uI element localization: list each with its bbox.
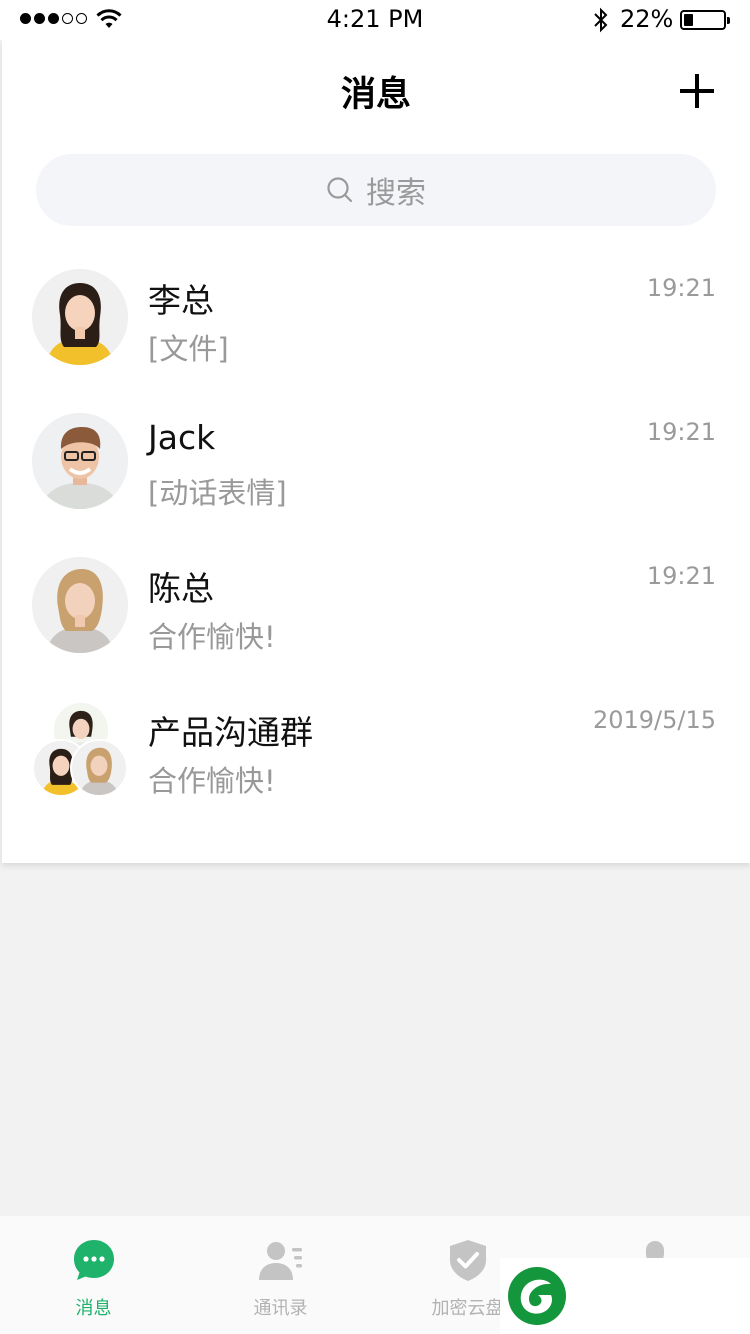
avatar	[32, 269, 128, 365]
search-placeholder: 搜索	[366, 176, 426, 211]
bluetooth-icon	[594, 7, 608, 33]
group-avatar	[32, 701, 130, 799]
contacts-icon	[259, 1242, 302, 1280]
chat-preview: 合作愉快!	[148, 620, 276, 654]
message-icon	[74, 1240, 114, 1280]
chat-time: 2019/5/15	[592, 706, 716, 734]
chat-preview: 合作愉快!	[148, 764, 276, 798]
chat-time: 19:21	[646, 562, 716, 590]
chat-name: 产品沟通群	[148, 713, 313, 752]
tab-messages[interactable]: 消息	[0, 1216, 187, 1334]
tab-label: 消息	[75, 1298, 112, 1319]
add-button[interactable]	[680, 74, 714, 108]
floating-widget[interactable]	[500, 1258, 750, 1334]
chat-time: 19:21	[646, 274, 716, 302]
status-bar: 4:21 PM 22%	[0, 0, 750, 40]
battery-percent: 22%	[620, 5, 674, 33]
shield-icon	[450, 1240, 486, 1281]
search-icon	[327, 177, 353, 203]
chat-name: 李总	[148, 281, 214, 320]
avatar	[32, 413, 128, 509]
chat-name: 陈总	[148, 569, 214, 608]
search-bar[interactable]: 搜索	[36, 154, 716, 226]
avatar	[70, 739, 128, 797]
chat-preview: [文件]	[148, 332, 229, 366]
chat-list: 李总 [文件] 19:21 Jack [动话表情] 19:21 陈总 合作愉快!…	[2, 260, 750, 836]
chat-name: Jack	[148, 418, 216, 457]
chat-item[interactable]: 产品沟通群 合作愉快! 2019/5/15	[2, 692, 750, 836]
page-title: 消息	[340, 75, 411, 115]
chat-preview: [动话表情]	[148, 476, 287, 510]
message-panel: 消息 搜索 李总 [文件] 19:21 Jack [动话表情] 19:21 陈总…	[2, 40, 750, 863]
battery-level	[684, 14, 694, 26]
chat-time: 19:21	[646, 418, 716, 446]
chat-item[interactable]: 李总 [文件] 19:21	[2, 260, 750, 404]
tab-contacts[interactable]: 通讯录	[187, 1216, 374, 1334]
chat-item[interactable]: 陈总 合作愉快! 19:21	[2, 548, 750, 692]
battery-icon	[680, 10, 730, 30]
avatar	[32, 557, 128, 653]
leaf-logo-icon	[508, 1267, 566, 1325]
tab-label: 通讯录	[253, 1298, 308, 1319]
chat-item[interactable]: Jack [动话表情] 19:21	[2, 404, 750, 548]
